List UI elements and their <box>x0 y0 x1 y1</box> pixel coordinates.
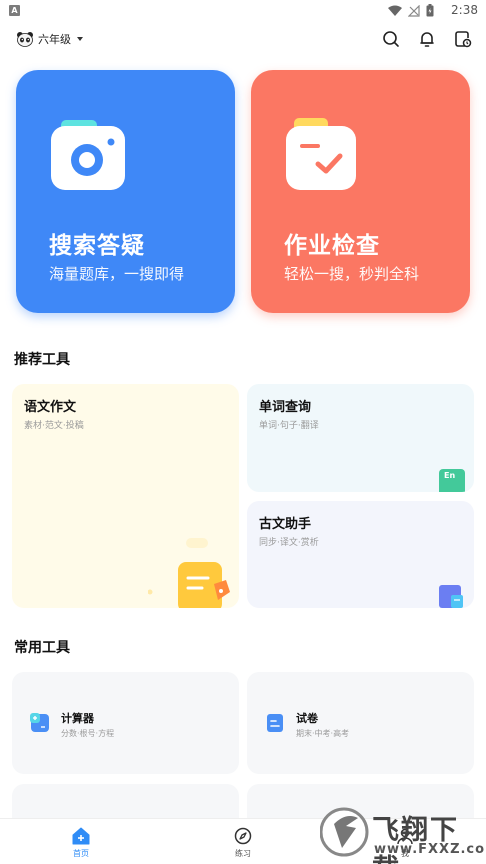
classical-chinese-card[interactable]: 古文助手 同步·译文·赏析 <box>247 501 474 608</box>
compass-icon <box>234 827 252 845</box>
english-badge: En <box>444 471 456 480</box>
chinese-essay-card[interactable]: 语文作文 素材·范文·投稿 <box>12 384 239 608</box>
watermark-url: www.FXXZ.com <box>374 842 486 857</box>
app-notification-icon: A <box>9 5 20 16</box>
tool-subtitle: 同步·译文·赏析 <box>259 538 319 548</box>
tool-title: 试卷 <box>296 712 318 725</box>
hero-subtitle: 海量题库，一搜即得 <box>49 265 185 283</box>
status-time: 2:38 <box>451 3 478 17</box>
search-icon <box>383 31 399 47</box>
recommended-tools-title: 推荐工具 <box>14 352 70 368</box>
common-tools-title: 常用工具 <box>14 640 70 656</box>
english-dictionary-icon: En <box>439 469 465 492</box>
nav-label: 首页 <box>73 849 89 858</box>
tool-title: 古文助手 <box>259 517 312 532</box>
wifi-icon <box>388 5 402 16</box>
nav-label: 练习 <box>235 849 251 858</box>
status-bar: A 2:38 <box>0 0 486 22</box>
hero-title: 作业检查 <box>284 233 380 259</box>
notification-button[interactable] <box>416 28 438 50</box>
watermark-logo-icon <box>320 807 369 857</box>
essay-notebook-icon <box>148 538 230 608</box>
tool-title: 单词查询 <box>259 400 312 415</box>
nav-practice[interactable]: 练习 <box>213 827 273 859</box>
homework-check-card[interactable]: 作业检查 轻松一搜，秒判全科 <box>251 70 470 313</box>
document-clock-icon <box>455 31 472 48</box>
app-header: 六年级 <box>0 24 486 56</box>
camera-icon <box>51 120 125 190</box>
header-actions <box>380 28 474 50</box>
home-icon <box>72 827 90 845</box>
hero-title: 搜索答疑 <box>49 233 145 259</box>
tool-title: 计算器 <box>61 712 94 725</box>
history-button[interactable] <box>452 28 474 50</box>
watermark: 飞翔下载 www.FXXZ.com <box>318 802 486 864</box>
grade-label: 六年级 <box>38 33 71 46</box>
tool-subtitle: 期末·中考·高考 <box>296 729 350 738</box>
status-icons <box>388 4 434 17</box>
tool-subtitle: 素材·范文·投稿 <box>24 421 84 431</box>
exam-paper-card[interactable]: 试卷 期末·中考·高考 <box>247 672 474 774</box>
hero-subtitle: 轻松一搜，秒判全科 <box>284 265 420 283</box>
calculator-card[interactable]: 计算器 分数·根号·方程 <box>12 672 239 774</box>
bell-icon <box>420 32 434 47</box>
word-lookup-card[interactable]: 单词查询 单词·句子·翻译 En <box>247 384 474 492</box>
nav-home[interactable]: 首页 <box>51 827 111 859</box>
search-button[interactable] <box>380 28 402 50</box>
search-answer-card[interactable]: 搜索答疑 海量题库，一搜即得 <box>16 70 235 313</box>
checklist-icon <box>286 118 356 190</box>
chevron-down-icon <box>77 37 83 41</box>
exam-paper-icon <box>267 714 283 732</box>
tool-title: 语文作文 <box>24 400 77 415</box>
no-signal-icon <box>408 4 420 17</box>
panda-avatar-icon <box>17 32 33 47</box>
battery-icon <box>426 4 434 17</box>
tool-subtitle: 单词·句子·翻译 <box>259 421 319 431</box>
classical-book-icon <box>439 585 463 608</box>
grade-selector[interactable]: 六年级 <box>12 28 91 50</box>
tool-subtitle: 分数·根号·方程 <box>61 729 115 738</box>
calculator-icon <box>30 713 49 732</box>
